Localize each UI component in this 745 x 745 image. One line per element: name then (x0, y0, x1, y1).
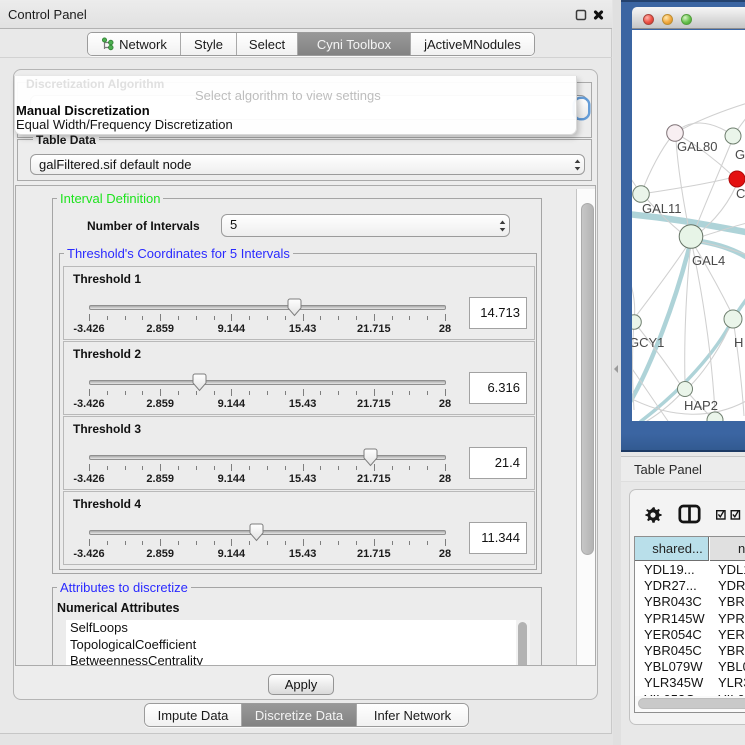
svg-text:GAL80: GAL80 (677, 139, 717, 154)
svg-text:GCY1: GCY1 (632, 335, 664, 350)
svg-text:HAP2: HAP2 (684, 398, 718, 413)
svg-text:H: H (734, 335, 743, 350)
svg-text:GA: GA (735, 147, 745, 162)
svg-text:C: C (736, 186, 745, 201)
svg-text:GAL4: GAL4 (692, 253, 725, 268)
svg-text:GAL11: GAL11 (642, 201, 682, 216)
